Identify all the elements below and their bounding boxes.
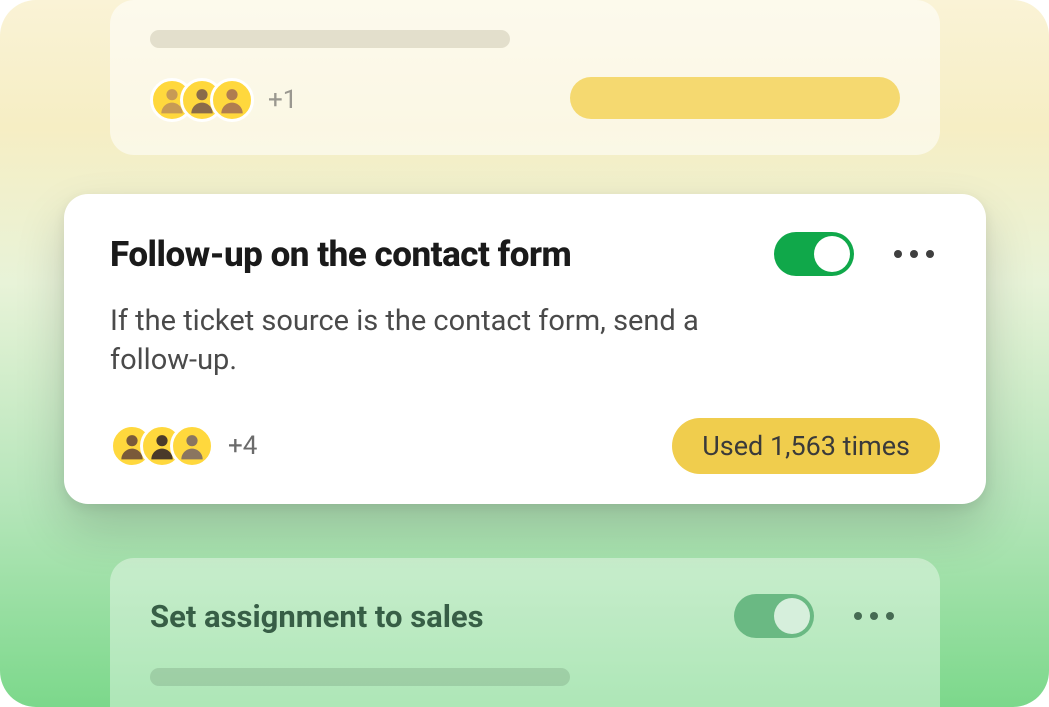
usage-count-pill: Used 1,563 times xyxy=(672,418,940,474)
automation-card-prev[interactable]: +1 xyxy=(110,0,940,155)
avatar-overflow-count: +1 xyxy=(268,85,297,115)
toggle-knob xyxy=(814,236,850,272)
avatar-stack xyxy=(150,78,254,122)
automation-cards-panel: +1 Follow-up on the contact form If the … xyxy=(0,0,1049,707)
skeleton-line xyxy=(150,30,510,48)
automation-title: Set assignment to sales xyxy=(150,598,484,635)
avatar-stack xyxy=(110,424,214,468)
toggle-enabled[interactable] xyxy=(734,594,814,638)
automation-card-active[interactable]: Follow-up on the contact form If the tic… xyxy=(64,194,986,504)
toggle-enabled[interactable] xyxy=(774,232,854,276)
usage-pill-skeleton xyxy=(570,77,900,119)
assignee-row: +4 xyxy=(110,424,257,468)
automation-card-next[interactable]: Set assignment to sales xyxy=(110,558,940,707)
avatar xyxy=(170,424,214,468)
skeleton-line xyxy=(150,668,570,686)
avatar xyxy=(210,78,254,122)
toggle-knob xyxy=(774,598,810,634)
avatar-overflow-count: +4 xyxy=(228,431,257,461)
more-menu-icon[interactable] xyxy=(888,244,940,264)
more-menu-icon[interactable] xyxy=(848,606,900,626)
automation-description: If the ticket source is the contact form… xyxy=(110,302,790,380)
automation-title: Follow-up on the contact form xyxy=(110,234,571,275)
